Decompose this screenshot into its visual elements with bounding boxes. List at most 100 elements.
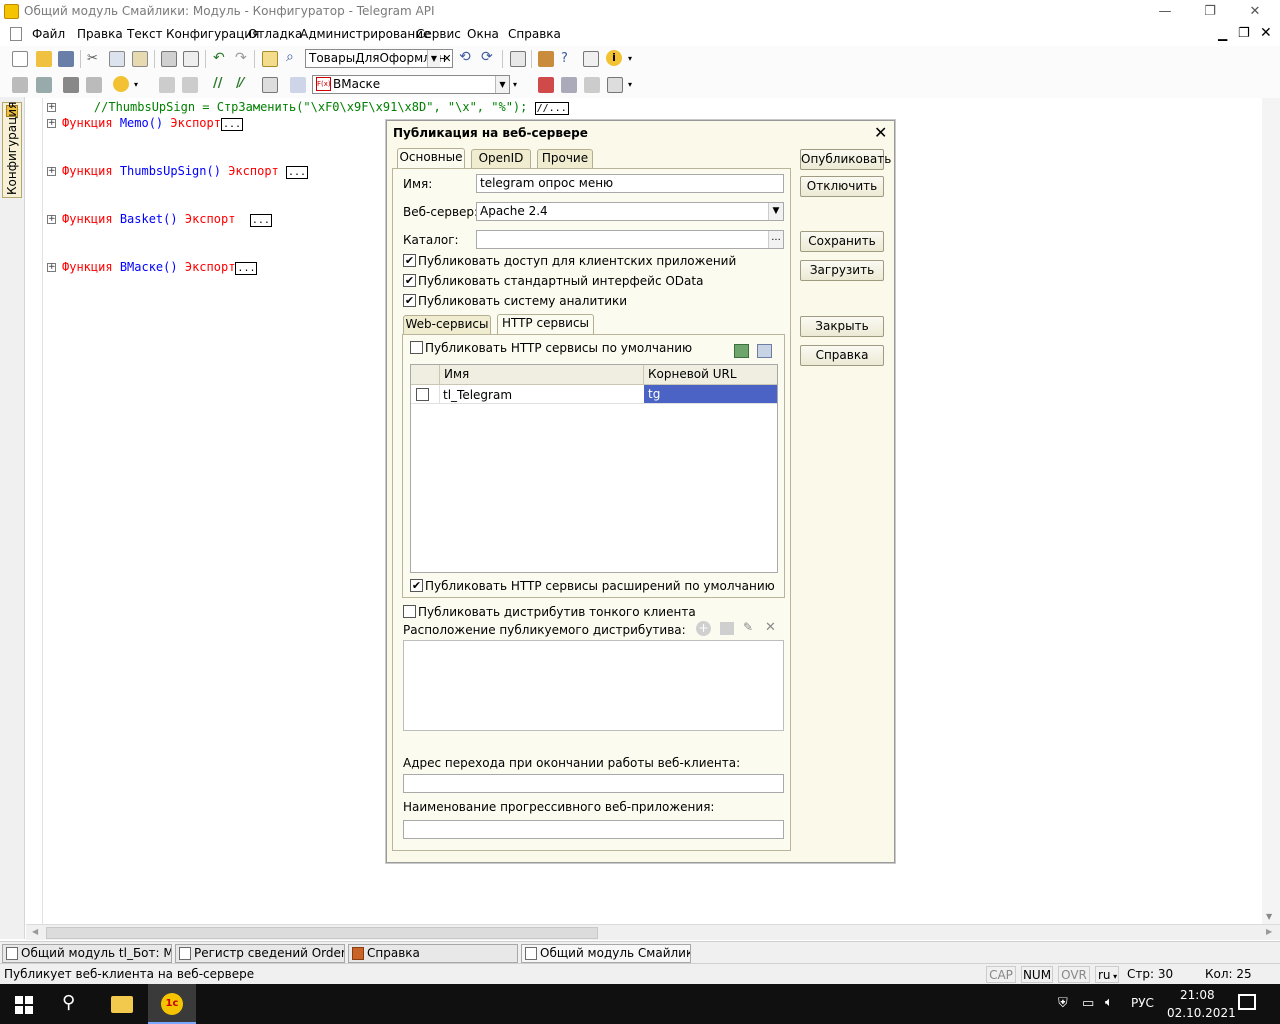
catalog-field[interactable]: ... (476, 230, 784, 249)
notifications-icon[interactable] (1238, 994, 1256, 1010)
menu-text[interactable]: Текст (127, 27, 163, 41)
scroll-left-icon[interactable]: ◀ (32, 927, 38, 936)
maximize-button[interactable]: ❐ (1190, 2, 1230, 22)
publish-ext-http-default-checkbox[interactable]: ✔ (410, 579, 423, 592)
menu-debug[interactable]: Отладка (248, 27, 302, 41)
row-name-cell[interactable]: tl_Telegram (443, 388, 512, 402)
pwa-name-field[interactable] (403, 820, 784, 839)
column-url-header[interactable]: Корневой URL (648, 365, 737, 384)
windows-icon[interactable] (510, 51, 526, 67)
procedure-combo[interactable]: F(x) ВМаске (312, 75, 510, 94)
info-icon[interactable]: i (606, 50, 622, 66)
configuration-tab[interactable]: Конфигурация (2, 102, 22, 198)
expand-icon[interactable]: + (47, 263, 56, 272)
publish-odata-checkbox[interactable]: ✔ (403, 274, 416, 287)
menu-edit[interactable]: Правка (77, 27, 123, 41)
close-button[interactable]: Закрыть (800, 316, 884, 337)
expand-icon[interactable]: + (47, 103, 56, 112)
edit-icon[interactable]: ✎ (743, 620, 753, 634)
publish-http-default-checkbox[interactable] (410, 341, 423, 354)
collapsed-body-marker[interactable]: ... (249, 214, 272, 227)
collapsed-body-marker[interactable]: ... (220, 118, 244, 131)
uncomment-icon[interactable]: /⁄ (236, 76, 243, 91)
menu-help[interactable]: Справка (508, 27, 561, 41)
run-dropdown-icon[interactable]: ▾ (134, 80, 138, 89)
unblock-icon[interactable] (182, 77, 198, 93)
copy-icon[interactable] (109, 51, 125, 67)
name-field[interactable]: telegram опрос меню (476, 174, 784, 193)
open-icon[interactable] (36, 51, 52, 67)
minimize-button[interactable]: — (1145, 2, 1185, 22)
uncheck-all-icon[interactable] (757, 344, 772, 358)
window-tab[interactable]: Справка (348, 944, 518, 963)
chevron-down-icon[interactable]: ▼ (768, 203, 783, 220)
check-all-icon[interactable] (734, 344, 749, 358)
row-checkbox[interactable] (416, 388, 429, 401)
new-icon[interactable] (12, 51, 28, 67)
menu-windows[interactable]: Окна (467, 27, 499, 41)
vertical-scrollbar[interactable]: ▼ (1262, 98, 1280, 924)
block-icon[interactable] (159, 77, 175, 93)
tools-icon[interactable] (538, 51, 554, 67)
undo-icon[interactable]: ↶ (213, 50, 225, 66)
column-name-header[interactable]: Имя (444, 365, 469, 384)
distrib-location-list[interactable] (403, 640, 784, 731)
print-preview-icon[interactable] (183, 51, 199, 67)
procedure-combo-dropdown-icon[interactable]: ▼ (495, 76, 509, 93)
scroll-right-icon[interactable]: ▶ (1266, 927, 1272, 936)
expand-icon[interactable]: + (47, 215, 56, 224)
breakpoint-icon[interactable] (538, 77, 554, 93)
expand-icon[interactable]: + (47, 167, 56, 176)
tab-openid[interactable]: OpenID (471, 149, 531, 168)
volume-icon[interactable]: 🔈︎ (1105, 995, 1113, 1010)
database-icon[interactable] (63, 77, 79, 93)
collapsed-body-marker[interactable]: ... (286, 166, 309, 179)
menu-administration[interactable]: Администрирование (300, 27, 430, 41)
child-restore-icon[interactable]: ❐ (1238, 26, 1250, 41)
taskbar-1c-app[interactable]: 1с (148, 984, 196, 1024)
delete-icon[interactable]: ✕ (765, 620, 776, 635)
run-icon[interactable] (113, 76, 129, 92)
search-icon[interactable]: ⚲ (62, 992, 75, 1013)
procedure-overflow-icon[interactable]: ▾ (513, 80, 517, 89)
unpublish-button[interactable]: Отключить (800, 176, 884, 197)
load-button[interactable]: Загрузить (800, 260, 884, 281)
save-button[interactable]: Сохранить (800, 231, 884, 252)
tab-web-services[interactable]: Web-сервисы (403, 315, 491, 334)
exit-url-field[interactable] (403, 774, 784, 793)
help-button[interactable]: Справка (800, 345, 884, 366)
menu-service[interactable]: Сервис (416, 27, 461, 41)
dialog-close-icon[interactable]: ✕ (874, 123, 887, 142)
search-combo-dropdown-icon[interactable]: ▼ (427, 50, 440, 67)
toolbar2-overflow-icon[interactable]: ▾ (628, 80, 632, 89)
help-search-icon[interactable]: ? (561, 51, 577, 67)
publish-analytics-checkbox[interactable]: ✔ (403, 294, 416, 307)
collapsed-body-marker[interactable]: ... (235, 262, 258, 275)
scroll-down-icon[interactable]: ▼ (1266, 912, 1272, 921)
tab-basic[interactable]: Основные (397, 148, 465, 169)
network-icon[interactable]: ▭ (1082, 996, 1094, 1011)
scroll-thumb[interactable] (46, 927, 598, 939)
publish-button[interactable]: Опубликовать (800, 149, 891, 170)
child-minimize-icon[interactable]: ▁ (1218, 27, 1227, 41)
collapsed-comment-marker[interactable]: //... (534, 102, 569, 115)
window-tab[interactable]: Общий модуль tl_Бот: Моду... (2, 944, 172, 963)
add-icon[interactable]: + (696, 621, 711, 636)
search-clear-icon[interactable]: ✕ (441, 50, 453, 67)
search-icon[interactable]: ⌕ (286, 49, 294, 65)
breakpoint-list-icon[interactable] (561, 77, 577, 93)
module-icon[interactable] (12, 77, 28, 93)
child-close-icon[interactable]: ✕ (1260, 25, 1272, 41)
disable-breakpoint-icon[interactable] (584, 77, 600, 93)
language-indicator[interactable]: ru ▾ (1095, 966, 1119, 983)
input-language[interactable]: РУС (1131, 996, 1154, 1010)
syntax-check-icon[interactable] (262, 77, 278, 93)
procedures-icon[interactable] (290, 77, 306, 93)
close-window-button[interactable]: ✕ (1235, 2, 1275, 22)
tab-http-services[interactable]: HTTP сервисы (497, 314, 594, 335)
toolbar-overflow-icon[interactable]: ▾ (628, 54, 632, 63)
comment-icon[interactable]: // (213, 76, 223, 91)
file-explorer-icon[interactable] (111, 996, 133, 1013)
save-icon[interactable] (58, 51, 74, 67)
window-tab-active[interactable]: Общий модуль Смайлики: М... (521, 944, 691, 963)
